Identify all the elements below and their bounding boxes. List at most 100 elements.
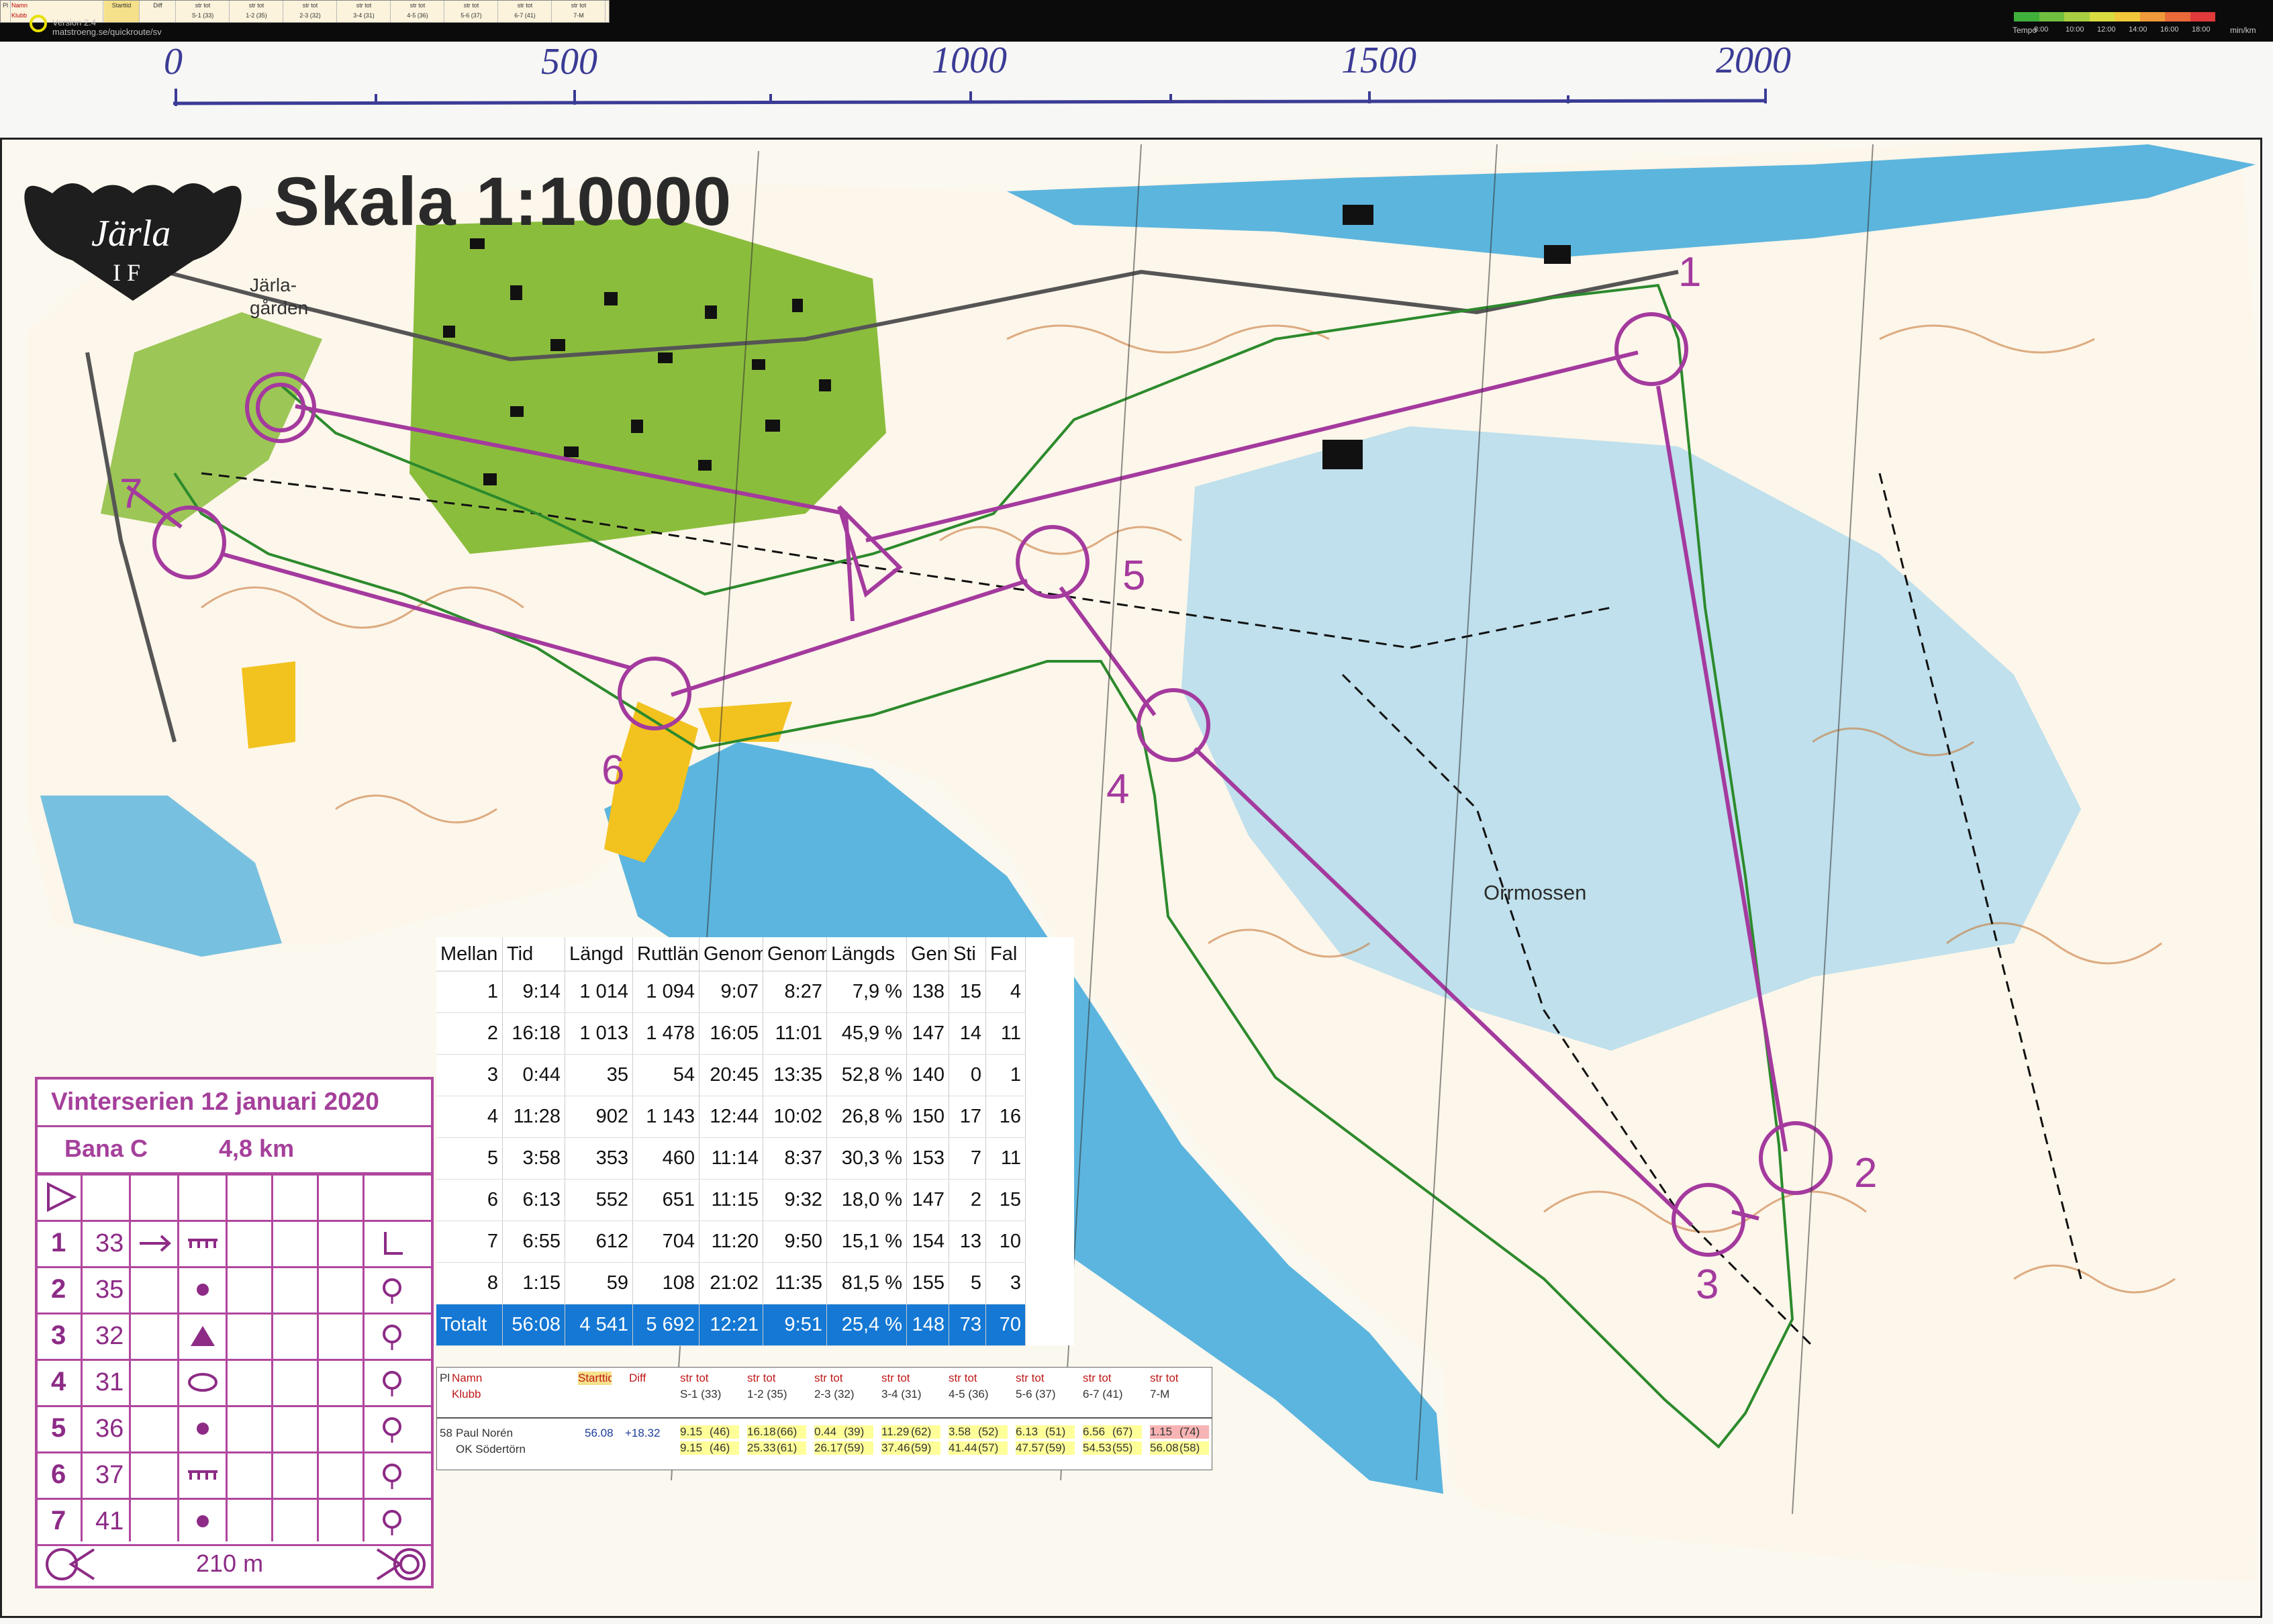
open-land-west — [242, 661, 295, 749]
runner-leg-split-rank: (62) — [911, 1425, 940, 1439]
split-cell: 3 — [985, 1262, 1026, 1304]
split-cell: 6:55 — [502, 1221, 565, 1263]
sheet-divider — [38, 1125, 431, 1127]
split-cell: 6:13 — [502, 1179, 565, 1221]
mini-leg-bottom: 1-2 (35) — [246, 12, 267, 19]
split-header-cell[interactable]: Ruttlängd — [632, 937, 699, 971]
split-cell: 353 — [565, 1137, 633, 1180]
split-header-cell[interactable]: Längd — [565, 937, 633, 971]
tempo-tick: 16:00 — [2160, 26, 2179, 34]
runner-leg-total: 47.57 — [1016, 1441, 1045, 1455]
split-total-cell: 9:51 — [763, 1304, 827, 1346]
split-cell: 17 — [949, 1096, 986, 1138]
mini-leg-top: str tot — [463, 2, 479, 9]
split-cell: 52,8 % — [826, 1054, 907, 1096]
mini-leg-header: str tot 6-7 (41) — [499, 1, 552, 22]
split-cell: 14 — [949, 1012, 986, 1055]
runner-leg-total: 54.53 — [1083, 1441, 1112, 1455]
split-header-cell[interactable]: Genom — [699, 937, 763, 971]
results-leg-header-bottom: 1-2 (35) — [747, 1388, 787, 1400]
control-number: 4 — [51, 1367, 66, 1396]
mini-leg-top: str tot — [195, 2, 211, 9]
split-header-cell[interactable]: Längds — [826, 937, 907, 971]
split-row[interactable]: 1 9:14 1 014 1 094 9:07 8:27 7,9 % 138 15 4 — [436, 971, 1026, 1013]
tempo-swatch — [2115, 12, 2140, 21]
mini-col-place: Pl — [1, 1, 11, 22]
split-cell: 11 — [985, 1012, 1026, 1055]
runner-leg-total: 41.44 — [949, 1441, 978, 1455]
split-cell: 9:50 — [763, 1221, 827, 1263]
results-header-place: Pl — [440, 1372, 449, 1384]
runner-leg-split: 6.56 — [1083, 1425, 1112, 1439]
runner-leg-split: 6.13 — [1016, 1425, 1045, 1439]
mini-leg-top: str tot — [409, 2, 426, 9]
split-cell: 3 — [436, 1054, 503, 1096]
results-leg-header-top: str tot — [1016, 1372, 1045, 1384]
tempo-tick: 8:00 — [2034, 26, 2049, 34]
split-row[interactable]: 2 16:18 1 013 1 478 16:05 11:01 45,9 % 147 14 11 — [436, 1012, 1026, 1055]
quickroute-logo-icon — [30, 15, 47, 32]
tempo-swatch — [2139, 12, 2165, 21]
split-cell: 11:14 — [699, 1137, 763, 1180]
mini-leg-header: str tot 4-5 (36) — [391, 1, 444, 22]
split-row[interactable]: 5 3:58 353 460 11:14 8:37 30,3 % 153 7 11 — [436, 1137, 1026, 1180]
split-cell: 108 — [632, 1262, 699, 1304]
app-version: Version 2.4 — [52, 17, 97, 28]
split-row[interactable]: 4 11:28 902 1 143 12:44 10:02 26,8 % 150 17 16 — [436, 1096, 1026, 1138]
mini-leg-bottom: 3-4 (31) — [353, 12, 375, 19]
runner-leg-split-rank: (74) — [1179, 1425, 1209, 1439]
split-row[interactable]: 6 6:13 552 651 11:15 9:32 18,0 % 147 2 15 — [436, 1179, 1026, 1221]
app-url[interactable]: matstroeng.se/quickroute/sv — [52, 27, 162, 37]
runner-leg-split-rank: (67) — [1112, 1425, 1142, 1439]
location-detail-icon — [384, 1232, 403, 1255]
map-scale-title: Skala 1:10000 — [274, 163, 732, 240]
split-header-cell[interactable]: Mellan — [436, 937, 503, 971]
split-header-cell[interactable]: Sti — [949, 937, 986, 971]
split-cell: 2 — [436, 1012, 503, 1055]
place-label-line-2: gården — [250, 297, 309, 318]
split-row[interactable]: 7 6:55 612 704 11:20 9:50 15,1 % 154 13 10 — [436, 1221, 1026, 1263]
runner-leg-total-rank: (46) — [710, 1441, 739, 1455]
tempo-color-scale — [2014, 12, 2215, 21]
sheet-row-line — [38, 1405, 431, 1407]
sheet-column-line — [177, 1174, 179, 1541]
split-header-cell[interactable]: Tid — [502, 937, 565, 971]
split-header-cell[interactable]: Fal — [985, 937, 1026, 971]
split-cell: 552 — [565, 1179, 633, 1221]
split-total-row[interactable]: Totalt 56:08 4 541 5 692 12:21 9:51 25,4 % 148 7… — [436, 1304, 1026, 1346]
split-header-cell[interactable]: Gen — [906, 937, 949, 971]
split-cell: 5 — [949, 1262, 986, 1304]
split-cell: 138 — [906, 971, 949, 1013]
split-cell: 11:28 — [502, 1096, 565, 1138]
split-cell: 10 — [985, 1221, 1026, 1263]
split-cell: 11:15 — [699, 1179, 763, 1221]
sheet-column-line — [129, 1174, 131, 1541]
location-detail-icon — [383, 1464, 401, 1489]
start-triangle-icon — [47, 1182, 77, 1212]
runner-leg-total-rank: (61) — [777, 1441, 806, 1455]
split-cell: 4 — [985, 971, 1026, 1013]
tempo-tick: 14:00 — [2129, 26, 2147, 34]
control-number-7: 7 — [119, 471, 143, 517]
mini-leg-bottom: 2-3 (32) — [299, 12, 321, 19]
bench-feature-icon — [188, 1239, 217, 1248]
mini-leg-header: str tot 3-4 (31) — [338, 1, 391, 22]
mini-leg-bottom: 7-M — [573, 12, 584, 19]
control-code: 41 — [95, 1507, 124, 1535]
split-cell: 45,9 % — [826, 1012, 907, 1055]
sheet-row-line — [38, 1359, 431, 1361]
split-header-cell[interactable]: Genom — [763, 937, 827, 971]
split-total-cell: Totalt — [436, 1304, 503, 1346]
tempo-unit: min/km — [2230, 26, 2256, 35]
split-cell: 147 — [906, 1179, 949, 1221]
event-title: Vinterserien 12 januari 2020 — [51, 1088, 379, 1115]
split-row[interactable]: 3 0:44 35 54 20:45 13:35 52,8 % 140 0 1 — [436, 1054, 1026, 1096]
finish-symbol-icon — [376, 1548, 426, 1580]
sheet-row-line — [38, 1266, 431, 1268]
sheet-row-line — [38, 1451, 431, 1453]
split-row[interactable]: 8 1:15 59 108 21:02 11:35 81,5 % 155 5 3 — [436, 1262, 1026, 1304]
split-cell: 651 — [632, 1179, 699, 1221]
place-label-jarlagarden: Järla-gården — [250, 274, 308, 320]
mini-leg-header: str tot 1-2 (35) — [230, 1, 283, 22]
sheet-column-line — [81, 1174, 83, 1541]
